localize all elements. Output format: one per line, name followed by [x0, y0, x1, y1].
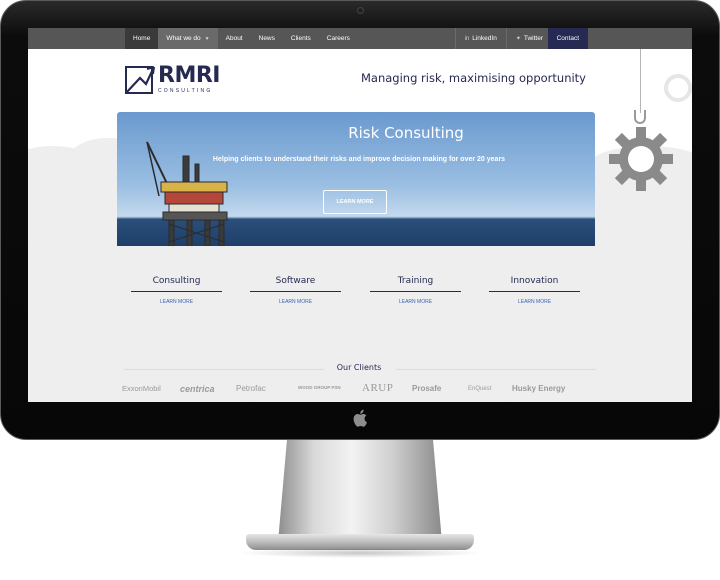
tagline: Managing risk, maximising opportunity	[360, 71, 586, 85]
client-logo-wood-group: WOOD GROUP PSN	[298, 385, 341, 390]
twitter-link[interactable]: ✦ Twitter	[505, 28, 552, 49]
gear-icon	[664, 74, 692, 102]
crane-cable	[640, 49, 641, 113]
nav-news[interactable]: News	[251, 28, 283, 49]
card-title: Consulting	[152, 276, 201, 286]
hero-banner: Risk Consulting Helping clients to under…	[117, 112, 595, 246]
card-learn-more-link[interactable]: LEARN MORE	[362, 299, 469, 305]
logo-wordmark: RMRI	[158, 63, 220, 88]
service-card-consulting[interactable]: Consulting LEARN MORE	[123, 265, 230, 322]
nav-clients[interactable]: Clients	[283, 28, 319, 49]
card-learn-more-link[interactable]: LEARN MORE	[242, 299, 349, 305]
linkedin-link[interactable]: in LinkedIn	[454, 28, 506, 49]
gear-icon	[609, 127, 673, 191]
camera-icon	[357, 7, 364, 14]
social-links: in LinkedIn ✦ Twitter	[454, 28, 552, 49]
linkedin-icon: in	[464, 36, 470, 42]
card-divider	[370, 291, 461, 292]
logo-mark-icon	[125, 66, 155, 94]
client-logo-petrofac: Petrofac	[236, 384, 266, 393]
nav-what-we-do[interactable]: What we do ▼	[158, 28, 218, 49]
nav-home[interactable]: Home	[125, 28, 159, 49]
card-divider	[250, 291, 341, 292]
card-title: Innovation	[510, 276, 559, 286]
logo-subtext: CONSULTING	[158, 88, 213, 94]
top-navigation: Home What we do ▼ About News Clients Care…	[28, 28, 692, 49]
card-learn-more-link[interactable]: LEARN MORE	[481, 299, 588, 305]
apple-logo-icon	[351, 409, 371, 429]
client-logo-prosafe: Prosafe	[412, 384, 442, 393]
main-menu: Home What we do ▼ About News Clients Care…	[125, 28, 358, 49]
hero-learn-more-button[interactable]: LEARN MORE	[323, 190, 387, 214]
service-card-innovation[interactable]: Innovation LEARN MORE	[481, 265, 588, 322]
client-logo-husky-energy: Husky Energy	[512, 384, 566, 393]
hero-subtitle: Helping clients to understand their risk…	[212, 156, 506, 163]
stand-shadow	[236, 548, 484, 558]
nav-contact[interactable]: Contact	[547, 28, 588, 49]
rmri-logo[interactable]: RMRI CONSULTING	[124, 62, 220, 98]
nav-careers[interactable]: Careers	[319, 28, 358, 49]
card-title: Software	[275, 276, 316, 286]
client-logo-arup: ARUP	[362, 382, 394, 394]
chevron-down-icon: ▼	[204, 36, 210, 42]
client-logos: ExxonMobil centrica Petrofac WOOD GROUP …	[122, 382, 584, 400]
hero-title: Risk Consulting	[348, 124, 464, 142]
client-logo-centrica: centrica	[180, 384, 215, 394]
monitor-stand	[278, 430, 442, 542]
service-card-training[interactable]: Training LEARN MORE	[362, 265, 469, 322]
client-logo-enquest: EnQuest	[468, 386, 492, 392]
card-learn-more-link[interactable]: LEARN MORE	[123, 299, 230, 305]
twitter-icon: ✦	[515, 36, 521, 42]
card-title: Training	[397, 276, 434, 286]
nav-about[interactable]: About	[218, 28, 251, 49]
card-divider	[489, 291, 580, 292]
crane-hook-icon	[634, 110, 646, 124]
card-divider	[131, 291, 222, 292]
service-card-software[interactable]: Software LEARN MORE	[242, 265, 349, 322]
client-logo-exxonmobil: ExxonMobil	[122, 384, 161, 393]
website-screen: Home What we do ▼ About News Clients Care…	[28, 28, 692, 402]
clients-heading: Our Clients	[336, 363, 382, 372]
